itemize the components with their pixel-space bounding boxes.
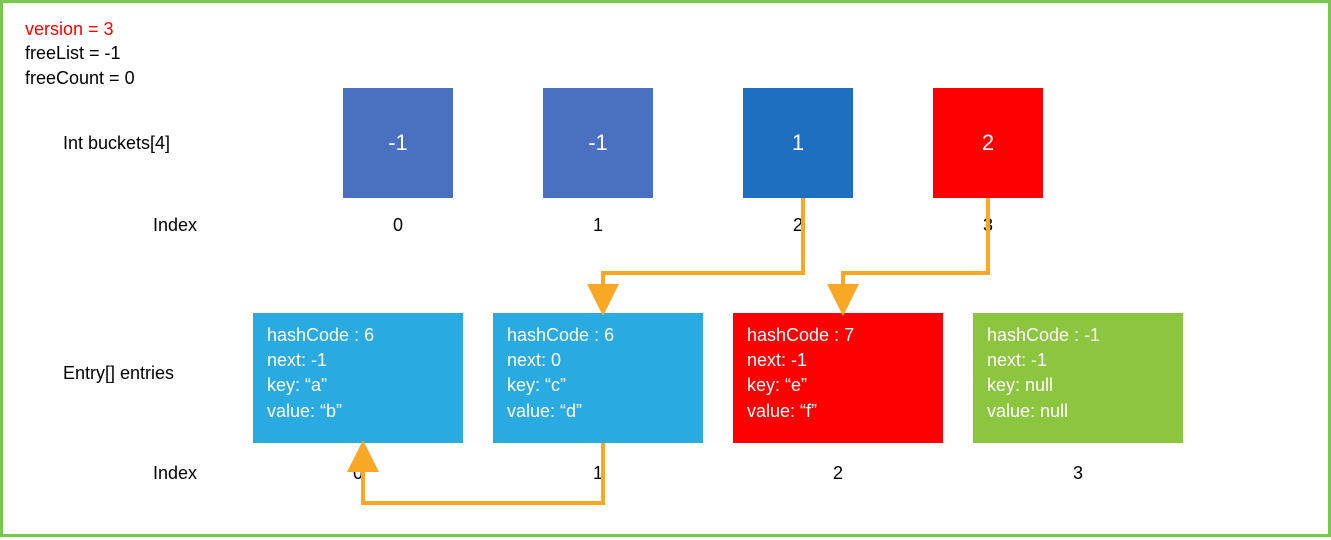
bucket-index-1: 1 [543, 215, 653, 236]
entry-1-hash: hashCode : 6 [507, 323, 689, 348]
meta-freelist: freeList = -1 [25, 41, 135, 65]
entry-index-1: 1 [543, 463, 653, 484]
entry-3-val: value: null [987, 399, 1169, 424]
entry-index-3: 3 [1023, 463, 1133, 484]
entry-2-hash: hashCode : 7 [747, 323, 929, 348]
entry-2-val: value: “f” [747, 399, 929, 424]
entry-1-val: value: “d” [507, 399, 689, 424]
entry-2-next: next: -1 [747, 348, 929, 373]
buckets-index-label: Index [153, 215, 197, 236]
bucket-index-0: 0 [343, 215, 453, 236]
bucket-3-value: 2 [982, 130, 994, 156]
meta-freecount: freeCount = 0 [25, 66, 135, 90]
entry-3-key: key: null [987, 373, 1169, 398]
entry-1-key: key: “c” [507, 373, 689, 398]
buckets-array-label: Int buckets[4] [63, 133, 170, 154]
meta-block: version = 3 freeList = -1 freeCount = 0 [25, 17, 135, 90]
bucket-index-3: 3 [933, 215, 1043, 236]
entry-2-key: key: “e” [747, 373, 929, 398]
entry-0-key: key: “a” [267, 373, 449, 398]
bucket-1-value: -1 [588, 130, 608, 156]
entry-0-hash: hashCode : 6 [267, 323, 449, 348]
diagram-canvas: version = 3 freeList = -1 freeCount = 0 … [0, 0, 1331, 537]
entry-0-next: next: -1 [267, 348, 449, 373]
entries-array-label: Entry[] entries [63, 363, 174, 384]
entry-1: hashCode : 6 next: 0 key: “c” value: “d” [493, 313, 703, 443]
entry-3-next: next: -1 [987, 348, 1169, 373]
bucket-index-2: 2 [743, 215, 853, 236]
entry-0: hashCode : 6 next: -1 key: “a” value: “b… [253, 313, 463, 443]
meta-version: version = 3 [25, 17, 135, 41]
arrows-layer [3, 3, 1331, 540]
entry-index-2: 2 [783, 463, 893, 484]
bucket-0-value: -1 [388, 130, 408, 156]
bucket-1: -1 [543, 88, 653, 198]
entry-3-hash: hashCode : -1 [987, 323, 1169, 348]
entries-index-label: Index [153, 463, 197, 484]
entry-2: hashCode : 7 next: -1 key: “e” value: “f… [733, 313, 943, 443]
bucket-3: 2 [933, 88, 1043, 198]
entry-1-next: next: 0 [507, 348, 689, 373]
bucket-2-value: 1 [792, 130, 804, 156]
bucket-0: -1 [343, 88, 453, 198]
bucket-2: 1 [743, 88, 853, 198]
entry-3: hashCode : -1 next: -1 key: null value: … [973, 313, 1183, 443]
entry-0-val: value: “b” [267, 399, 449, 424]
entry-index-0: 0 [303, 463, 413, 484]
